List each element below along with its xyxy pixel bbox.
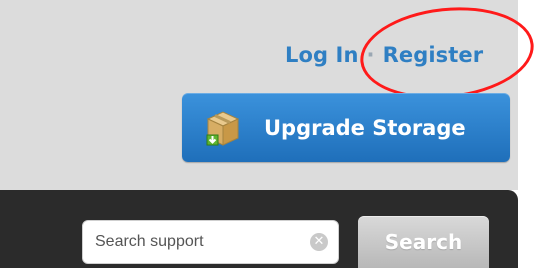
upgrade-storage-label: Upgrade Storage: [264, 115, 466, 140]
clear-icon[interactable]: ✕: [310, 233, 328, 251]
storage-box-download-icon: [202, 107, 244, 149]
page-edge: [518, 0, 540, 268]
upgrade-storage-button[interactable]: Upgrade Storage: [182, 93, 510, 162]
login-link[interactable]: Log In: [285, 43, 359, 67]
auth-links: Log In · Register: [285, 40, 483, 70]
search-input[interactable]: [93, 220, 310, 264]
link-separator: ·: [366, 43, 375, 67]
search-button[interactable]: Search: [358, 216, 489, 268]
register-link[interactable]: Register: [383, 43, 484, 67]
search-field[interactable]: ✕: [82, 220, 339, 264]
